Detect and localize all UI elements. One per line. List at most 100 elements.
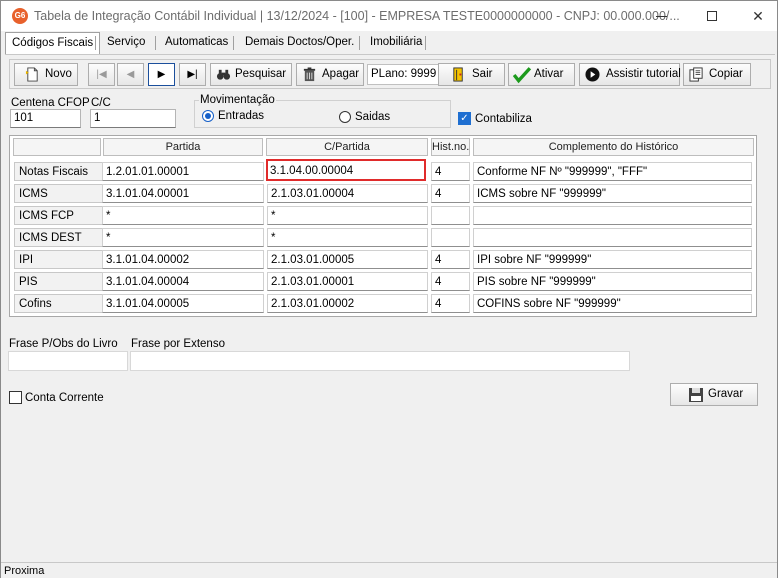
partida-cell[interactable]: 1.2.01.01.00001	[102, 162, 264, 181]
first-record-icon: |◀	[96, 69, 107, 80]
toolbar: Novo |◀ ◀ ▶ ▶| Pesquisar Apagar PLano: 9…	[9, 59, 771, 89]
binoculars-icon	[216, 69, 231, 80]
row-label-icms-fcp: ICMS FCP	[14, 206, 106, 225]
complemento-cell[interactable]: COFINS sobre NF "999999"	[473, 294, 752, 313]
assistir-tutorial-button[interactable]: Assistir tutorial	[579, 63, 681, 86]
cc-input[interactable]: 1	[90, 109, 176, 128]
exit-door-icon	[453, 67, 463, 82]
maximize-icon	[707, 11, 717, 21]
close-button[interactable]: ✕	[735, 1, 778, 31]
last-record-button[interactable]: ▶|	[179, 63, 206, 86]
tab-codigos-fiscais[interactable]: Códigos Fiscais	[5, 32, 101, 55]
apagar-button[interactable]: Apagar	[296, 63, 364, 86]
next-record-icon: ▶	[157, 69, 166, 80]
last-record-icon: ▶|	[187, 69, 198, 80]
trash-icon	[303, 67, 316, 82]
ativar-label: Ativar	[534, 68, 564, 80]
complemento-cell[interactable]: PIS sobre NF "999999"	[473, 272, 752, 291]
complemento-cell[interactable]	[473, 206, 752, 225]
sair-button[interactable]: Sair	[438, 63, 505, 86]
next-record-button[interactable]: ▶	[148, 63, 175, 86]
cc-label: C/C	[91, 97, 111, 109]
tab-separator	[425, 36, 426, 50]
title-bar: G6 Tabela de Integração Contábil Individ…	[1, 1, 777, 31]
row-label-cofins: Cofins	[14, 294, 106, 313]
tab-separator	[155, 36, 156, 50]
tab-servico[interactable]: Serviço	[101, 32, 151, 54]
minimize-icon	[656, 16, 667, 17]
save-disk-icon	[689, 388, 703, 402]
cpartida-cell[interactable]: 2.1.03.01.00004	[267, 184, 428, 203]
cpartida-cell[interactable]: *	[267, 228, 428, 247]
tab-automaticas[interactable]: Automaticas	[159, 32, 234, 54]
saidas-radio[interactable]	[339, 111, 351, 123]
hist-cell[interactable]	[431, 206, 470, 225]
hist-cell[interactable]: 4	[431, 250, 470, 269]
hist-cell[interactable]: 4	[431, 294, 470, 313]
frase-livro-label: Frase P/Obs do Livro	[9, 338, 118, 350]
gravar-button[interactable]: Gravar	[670, 383, 758, 406]
entradas-radio[interactable]	[202, 110, 214, 122]
row-label-pis: PIS	[14, 272, 106, 291]
partida-cell[interactable]: 3.1.01.04.00001	[102, 184, 264, 203]
ativar-button[interactable]: Ativar	[508, 63, 575, 86]
novo-button[interactable]: Novo	[14, 63, 78, 86]
grid-header-cpartida[interactable]: C/Partida	[266, 138, 428, 156]
complemento-cell[interactable]: Conforme NF Nº "999999", "FFF"	[473, 162, 752, 181]
frase-extenso-label: Frase por Extenso	[131, 338, 225, 350]
frase-livro-input[interactable]	[8, 351, 128, 371]
integration-grid: Partida C/Partida Hist.no. Complemento d…	[9, 135, 757, 317]
grid-header-hist[interactable]: Hist.no.	[431, 138, 470, 156]
close-icon: ✕	[752, 8, 764, 24]
movimentacao-label: Movimentação	[199, 94, 276, 106]
novo-label: Novo	[45, 68, 72, 80]
main-window: G6 Tabela de Integração Contábil Individ…	[0, 0, 778, 578]
contabiliza-checkbox[interactable]: ✓	[458, 112, 471, 125]
previous-record-button[interactable]: ◀	[117, 63, 144, 86]
status-bar: Proxima	[1, 562, 777, 578]
cpartida-cell[interactable]: 2.1.03.01.00002	[267, 294, 428, 313]
conta-corrente-checkbox[interactable]	[9, 391, 22, 404]
copiar-label: Copiar	[709, 68, 743, 80]
cpartida-cell-selected[interactable]: 3.1.04.00.00004	[266, 159, 426, 181]
tab-imobiliaria[interactable]: Imobiliária	[364, 32, 428, 54]
frase-extenso-input[interactable]	[130, 351, 630, 371]
tab-demais-doctos[interactable]: Demais Doctos/Oper.	[239, 32, 360, 54]
partida-cell[interactable]: 3.1.01.04.00005	[102, 294, 264, 313]
copiar-button[interactable]: Copiar	[683, 63, 751, 86]
cpartida-cell[interactable]: 2.1.03.01.00001	[267, 272, 428, 291]
hist-cell[interactable]	[431, 228, 470, 247]
partida-cell[interactable]: *	[102, 206, 264, 225]
partida-cell[interactable]: *	[102, 228, 264, 247]
partida-cell[interactable]: 3.1.01.04.00002	[102, 250, 264, 269]
partida-cell[interactable]: 3.1.01.04.00004	[102, 272, 264, 291]
sair-label: Sair	[472, 68, 493, 80]
grid-header-partida[interactable]: Partida	[103, 138, 263, 156]
app-logo-icon: G6	[12, 8, 28, 24]
row-label-ipi: IPI	[14, 250, 106, 269]
complemento-cell[interactable]: ICMS sobre NF "999999"	[473, 184, 752, 203]
cpartida-cell[interactable]: *	[267, 206, 428, 225]
centena-cfop-input[interactable]: 101	[10, 109, 81, 128]
first-record-button[interactable]: |◀	[88, 63, 115, 86]
hist-cell[interactable]: 4	[431, 272, 470, 291]
plano-indicator: PLano: 9999	[367, 64, 441, 85]
tab-separator	[95, 36, 96, 50]
conta-corrente-label: Conta Corrente	[25, 392, 104, 404]
cpartida-cell[interactable]: 2.1.03.01.00005	[267, 250, 428, 269]
play-icon	[585, 67, 600, 82]
grid-header-complemento[interactable]: Complemento do Histórico	[473, 138, 754, 156]
complemento-cell[interactable]: IPI sobre NF "999999"	[473, 250, 752, 269]
hist-cell[interactable]: 4	[431, 184, 470, 203]
complemento-cell[interactable]	[473, 228, 752, 247]
maximize-button[interactable]	[689, 1, 735, 31]
hist-cell[interactable]: 4	[431, 162, 470, 181]
pesquisar-button[interactable]: Pesquisar	[210, 63, 292, 86]
tab-panel-border	[5, 54, 775, 55]
tab-separator	[233, 36, 234, 50]
saidas-label: Saidas	[355, 111, 391, 123]
tab-separator	[359, 36, 360, 50]
new-document-icon	[25, 67, 38, 82]
minimize-button[interactable]	[639, 1, 685, 31]
copy-icon	[689, 67, 703, 82]
